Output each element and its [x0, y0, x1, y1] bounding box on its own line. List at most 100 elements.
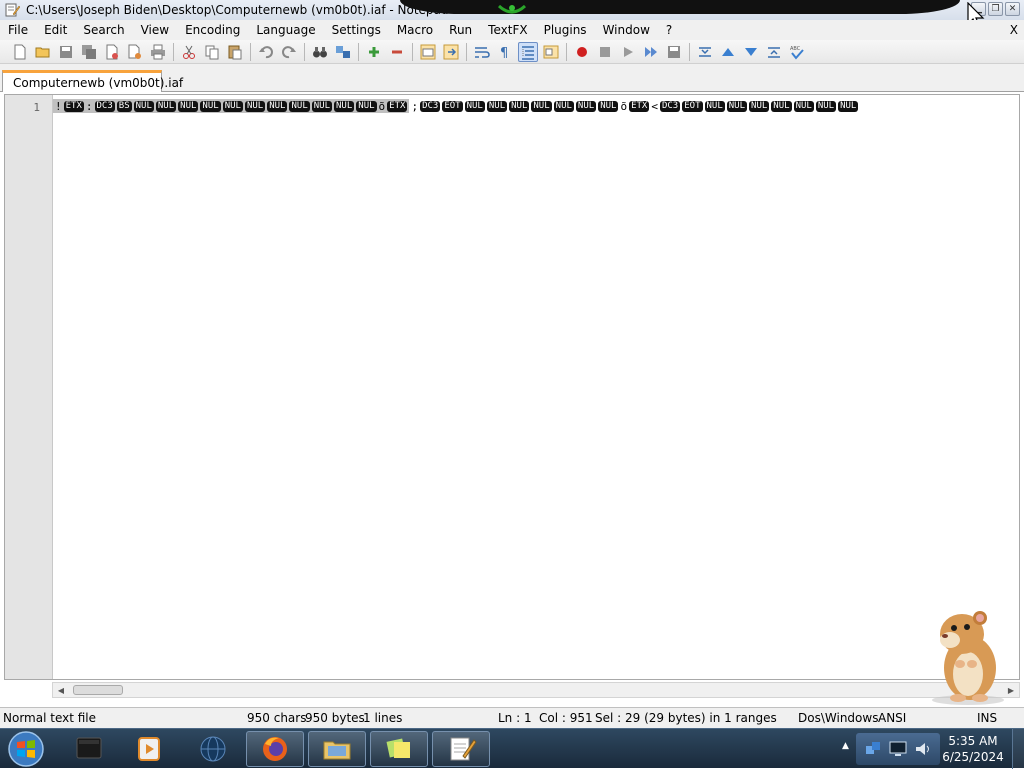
menu-language[interactable]: Language	[248, 20, 323, 40]
hamster-mascot-image	[932, 611, 1004, 705]
menu-window[interactable]: Window	[595, 20, 658, 40]
maximize-button[interactable]: ❐	[988, 2, 1003, 16]
move-down-button[interactable]	[741, 42, 761, 62]
run-macro-multiple-button[interactable]	[641, 42, 661, 62]
menu-settings[interactable]: Settings	[324, 20, 389, 40]
move-up-button[interactable]	[718, 42, 738, 62]
zoom-in-button[interactable]	[364, 42, 384, 62]
scrollbar-thumb[interactable]	[73, 685, 123, 695]
paste-button[interactable]	[225, 42, 245, 62]
control-char-token: ETX	[629, 100, 650, 112]
word-wrap-button[interactable]	[472, 42, 492, 62]
close-button[interactable]	[102, 42, 122, 62]
control-char-token: NUL	[289, 100, 310, 112]
redo-button[interactable]	[279, 42, 299, 62]
network-icon[interactable]	[864, 740, 882, 758]
play-macro-button[interactable]	[618, 42, 638, 62]
taskbar-media-player[interactable]	[120, 731, 178, 767]
start-button[interactable]	[6, 730, 46, 768]
undo-button[interactable]	[256, 42, 276, 62]
menu-plugins[interactable]: Plugins	[536, 20, 595, 40]
taskbar-firefox[interactable]	[246, 731, 304, 767]
control-char-token: NUL	[749, 100, 770, 112]
menu-edit[interactable]: Edit	[36, 20, 75, 40]
control-char-token: NUL	[178, 100, 199, 112]
close-window-button[interactable]: ✕	[1005, 2, 1020, 16]
tab-computernewb[interactable]: Computernewb (vm0b0t).iaf	[2, 70, 183, 92]
show-hidden-icons-button[interactable]: ▲	[842, 741, 849, 751]
menu-textfx[interactable]: TextFX	[480, 20, 535, 40]
indent-guide-button[interactable]	[518, 41, 538, 62]
new-file-button[interactable]	[10, 42, 30, 62]
control-char-token: NUL	[356, 100, 377, 112]
control-char-token: NUL	[244, 100, 266, 112]
menu-encoding[interactable]: Encoding	[177, 20, 248, 40]
control-char-token: NUL	[553, 100, 574, 112]
save-all-button[interactable]	[79, 42, 99, 62]
scroll-left-arrow-icon[interactable]: ◀	[54, 684, 68, 696]
close-document-button[interactable]: X	[1010, 20, 1018, 40]
toolbar-separator	[689, 42, 690, 61]
expand-all-button[interactable]	[764, 42, 784, 62]
clock[interactable]: 5:35 AM 6/25/2024	[940, 733, 1006, 765]
menu-file[interactable]: File	[0, 20, 36, 40]
copy-icon	[205, 45, 219, 59]
menu-search[interactable]: Search	[75, 20, 132, 40]
menu-macro[interactable]: Macro	[389, 20, 441, 40]
save-macro-button[interactable]	[664, 42, 684, 62]
control-char-token: ETX	[387, 100, 408, 112]
status-column: Col : 951	[539, 711, 593, 725]
triangle-down-icon	[745, 47, 757, 56]
open-file-button[interactable]	[33, 42, 53, 62]
control-char-token: NUL	[155, 100, 177, 112]
spell-check-button[interactable]: ABC	[787, 42, 807, 62]
status-bar: Normal text file 950 chars 950 bytes 1 l…	[0, 707, 1024, 728]
close-all-button[interactable]	[125, 42, 145, 62]
menu-view[interactable]: View	[133, 20, 177, 40]
status-insert-mode[interactable]: INS	[977, 711, 997, 725]
record-macro-button[interactable]	[572, 42, 592, 62]
expand-icon	[768, 46, 780, 58]
zoom-in-icon	[369, 46, 379, 57]
menu-help[interactable]: ?	[658, 20, 680, 40]
toolbar-separator	[358, 42, 359, 61]
save-button[interactable]	[56, 42, 76, 62]
sync-vertical-icon	[420, 44, 436, 59]
display-icon[interactable]	[889, 740, 907, 758]
print-button[interactable]	[148, 42, 168, 62]
taskbar-globe-app[interactable]	[184, 731, 242, 767]
globe-icon	[200, 736, 226, 762]
control-char-token: NUL	[311, 100, 333, 112]
stop-macro-button[interactable]	[595, 42, 615, 62]
user-defined-language-button[interactable]	[541, 42, 561, 62]
toolbar-separator	[566, 42, 567, 61]
show-desktop-button[interactable]	[1012, 729, 1024, 769]
status-encoding[interactable]: ANSI	[878, 711, 906, 725]
taskbar-file-explorer[interactable]	[308, 731, 366, 767]
pilcrow-icon: ¶	[500, 46, 508, 60]
replace-button[interactable]	[333, 42, 353, 62]
cut-button[interactable]	[179, 42, 199, 62]
taskbar-notepad-plus-plus[interactable]	[432, 731, 490, 767]
zoom-out-button[interactable]	[387, 42, 407, 62]
show-all-chars-button[interactable]: ¶	[495, 42, 515, 62]
control-char-token: NUL	[815, 100, 837, 112]
folder-open-icon	[35, 47, 50, 57]
taskbar-sticky-notes[interactable]	[370, 731, 428, 767]
code-line[interactable]: ! ETX: DC3 BS NUL NUL NUL NUL NUL NUL NUL NUL NUL NUL…	[53, 99, 1017, 113]
collapse-all-button[interactable]	[695, 42, 715, 62]
taskbar-terminal[interactable]	[60, 731, 118, 767]
horizontal-scrollbar[interactable]: ◀ ▶	[52, 682, 1020, 698]
sync-horizontal-button[interactable]	[441, 42, 461, 62]
sync-vertical-button[interactable]	[418, 42, 438, 62]
collapse-icon	[699, 46, 711, 57]
text-char-token: õ	[620, 99, 628, 113]
menu-run[interactable]: Run	[441, 20, 480, 40]
status-eol-format[interactable]: Dos\Windows	[798, 711, 878, 725]
volume-icon[interactable]	[914, 740, 932, 758]
document-tab-strip: Computernewb (vm0b0t).iaf	[0, 64, 1024, 92]
find-button[interactable]	[310, 42, 330, 62]
close-all-icon	[128, 44, 141, 59]
text-editor[interactable]: 1 ! ETX: DC3 BS NUL NUL NUL NUL NUL NUL NUL NUL NUL N…	[4, 94, 1020, 680]
copy-button[interactable]	[202, 42, 222, 62]
